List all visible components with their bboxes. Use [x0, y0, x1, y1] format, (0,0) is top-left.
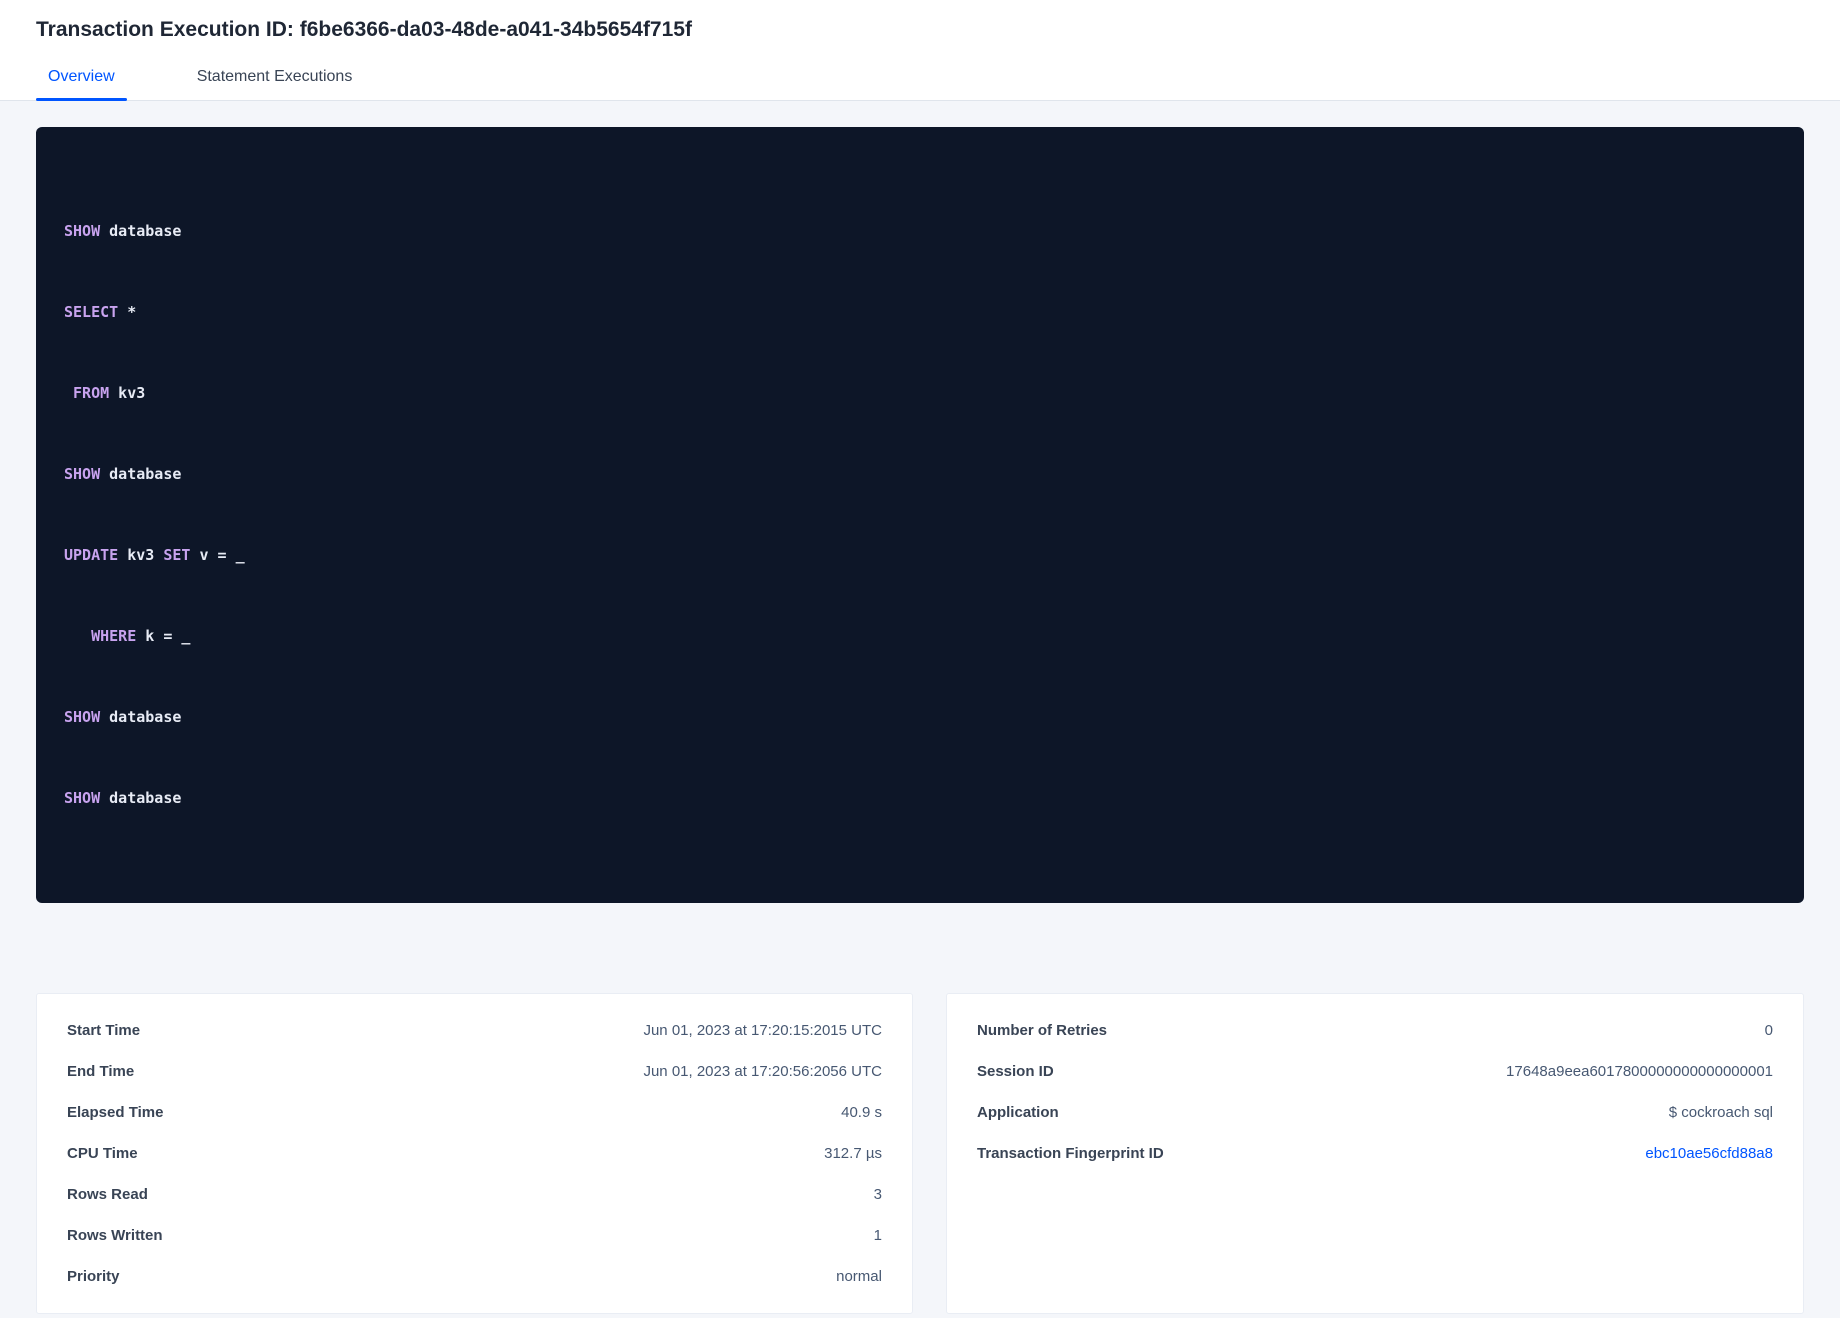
summary-row: Session ID 17648a9eea60178000000000000000… — [977, 1051, 1773, 1092]
sql-line: UPDATE kv3 SET v = _ — [64, 546, 245, 564]
summary-value: 312.7 µs — [824, 1145, 882, 1162]
summary-value: $ cockroach sql — [1668, 1104, 1773, 1121]
summary-row: Application $ cockroach sql — [977, 1092, 1773, 1133]
execution-summary-card: Start Time Jun 01, 2023 at 17:20:15:2015 … — [36, 993, 913, 1314]
summary-row: End Time Jun 01, 2023 at 17:20:56:2056 UT… — [67, 1051, 882, 1092]
summary-row: Number of Retries 0 — [977, 1010, 1773, 1051]
summary-row: Transaction Fingerprint ID ebc10ae56cfd88… — [977, 1133, 1773, 1174]
summary-label: Rows Written — [67, 1227, 163, 1244]
summary-label: Session ID — [976, 1063, 1054, 1080]
summary-label: Priority — [67, 1268, 120, 1285]
summary-value: 17648a9eea6017800000000000000001 — [1506, 1063, 1773, 1080]
sql-line: WHERE k = _ — [91, 627, 191, 645]
summary-row: Start Time Jun 01, 2023 at 17:20:15:2015 … — [67, 1010, 882, 1051]
summary-value: 3 — [873, 1186, 882, 1203]
summary-row: Rows Read 3 — [67, 1174, 882, 1215]
tabs: Overview Statement Executions — [36, 68, 1804, 101]
sql-line: FROM kv3 — [73, 384, 146, 402]
sql-statements-box: SHOW database SELECT * FROM kv3 SHOW dat… — [36, 127, 1804, 903]
summary-label: CPU Time — [67, 1145, 138, 1162]
summary-label: Elapsed Time — [67, 1104, 164, 1121]
summary-value: Jun 01, 2023 at 17:20:56:2056 UTC — [643, 1063, 882, 1080]
session-summary-card: Number of Retries 0 Session ID 17648a9eea6… — [945, 993, 1804, 1314]
sql-line: SELECT * — [64, 303, 137, 321]
page-title: Transaction Execution ID: f6be6366-da03-… — [36, 18, 692, 41]
summary-value: 1 — [873, 1227, 882, 1244]
summary-cards: Start Time Jun 01, 2023 at 17:20:15:2015 … — [36, 993, 1804, 1314]
summary-row: Rows Written 1 — [67, 1215, 882, 1256]
sql-line: SHOW database — [64, 222, 182, 240]
summary-row: CPU Time 312.7 µs — [67, 1133, 882, 1174]
summary-label: Rows Read — [67, 1186, 148, 1203]
summary-value: normal — [836, 1268, 882, 1285]
tab-overview[interactable]: Overview — [36, 68, 127, 101]
summary-value: 0 — [1764, 1022, 1773, 1039]
sql-line: SHOW database — [64, 789, 182, 807]
main-content: SHOW database SELECT * FROM kv3 SHOW dat… — [0, 101, 1840, 1318]
summary-label: Application — [976, 1104, 1059, 1121]
sql-line: SHOW database — [64, 465, 182, 483]
transaction-fingerprint-link[interactable]: ebc10ae56cfd88a8 — [1645, 1145, 1773, 1162]
summary-label: End Time — [67, 1063, 135, 1080]
tab-statement-executions[interactable]: Statement Executions — [185, 68, 365, 100]
summary-label: Start Time — [67, 1022, 141, 1039]
summary-row: Elapsed Time 40.9 s — [67, 1092, 882, 1133]
summary-label: Transaction Fingerprint ID — [976, 1145, 1164, 1162]
sql-line: SHOW database — [64, 708, 182, 726]
page-header: Transaction Execution ID: f6be6366-da03-… — [0, 0, 1840, 101]
summary-row: Priority normal — [67, 1256, 882, 1297]
summary-label: Number of Retries — [976, 1022, 1108, 1039]
summary-value: 40.9 s — [841, 1104, 882, 1121]
summary-value: Jun 01, 2023 at 17:20:15:2015 UTC — [643, 1022, 882, 1039]
